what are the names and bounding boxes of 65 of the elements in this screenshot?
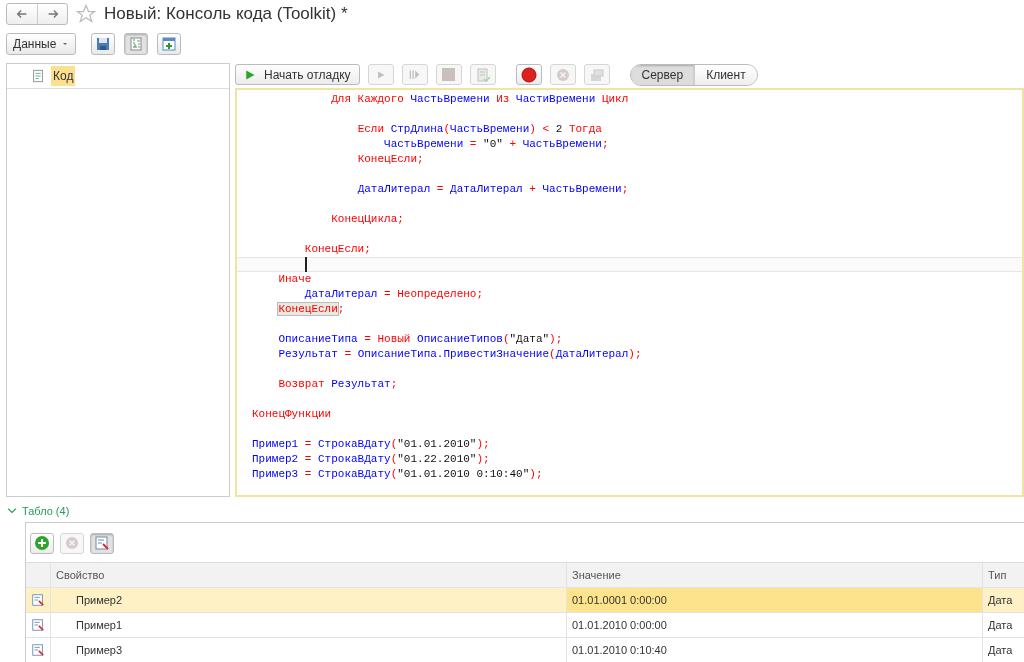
column-header[interactable]: Значение bbox=[567, 563, 983, 587]
back-arrow-icon bbox=[15, 7, 29, 21]
code-line: Пример2 = СтрокаВДату("01.22.2010"); bbox=[252, 452, 490, 467]
tree-list-icon bbox=[128, 35, 145, 52]
stop-icon bbox=[442, 68, 456, 81]
code-line: ДатаЛитерал = ДатаЛитерал + ЧастьВремени; bbox=[356, 182, 629, 197]
inspect-icon bbox=[31, 642, 45, 658]
breakpoint-icon bbox=[520, 66, 537, 83]
start-debug-button[interactable]: Начать отладку bbox=[235, 64, 360, 85]
add-window-icon bbox=[161, 35, 178, 52]
table-cell: Пример3 bbox=[51, 638, 567, 662]
table-row[interactable]: Пример2 01.01.0001 0:00:00 Дата bbox=[26, 588, 1024, 613]
mode-option[interactable]: Клиент bbox=[694, 64, 757, 85]
inspect-icon bbox=[31, 617, 45, 633]
table-cell: Пример1 bbox=[51, 613, 567, 637]
code-line: Результат = ОписаниеТипа.ПривестиЗначение(ДатаЛитерал); bbox=[277, 347, 642, 362]
text-cursor bbox=[305, 257, 307, 272]
tree-list-button[interactable] bbox=[124, 32, 149, 55]
add-icon bbox=[34, 535, 50, 551]
code-line: КонецФункции bbox=[252, 407, 332, 422]
code-line: КонецЕсли; bbox=[303, 242, 371, 257]
tree-item[interactable]: Код bbox=[51, 66, 76, 86]
code-line: Пример1 = СтрокаВДату("01.01.2010"); bbox=[252, 437, 490, 452]
column-header[interactable]: Свойство bbox=[51, 563, 567, 587]
document-check-icon bbox=[474, 66, 491, 83]
table-cell: 01.01.2010 0:10:40 bbox=[567, 638, 983, 662]
stack-icon bbox=[588, 66, 605, 83]
code-line: ОписаниеТипа = Новый ОписаниеТипов("Дата"); bbox=[277, 332, 563, 347]
code-line: Пример3 = СтрокаВДату("01.01.2010 0:10:40"); bbox=[252, 467, 543, 482]
code-line: КонецЕсли; bbox=[356, 152, 424, 167]
code-line: ЧастьВремени = "0" + ЧастьВремени; bbox=[383, 137, 609, 152]
table-cell: 01.01.2010 0:00:00 bbox=[567, 613, 983, 637]
play-icon bbox=[376, 70, 385, 79]
play-icon bbox=[244, 68, 256, 81]
code-line: КонецЦикла; bbox=[330, 212, 404, 227]
star-icon bbox=[76, 4, 96, 24]
table-row[interactable]: Пример1 01.01.2010 0:00:00 Дата bbox=[26, 613, 1024, 638]
mode-option[interactable]: Сервер bbox=[630, 64, 695, 85]
floppy-disk-button[interactable] bbox=[91, 32, 116, 55]
remove-icon bbox=[554, 66, 571, 83]
data-dropdown-button[interactable]: Данные bbox=[6, 32, 77, 55]
code-line: Для Каждого ЧастьВремени Из ЧастиВремени Цикл bbox=[330, 92, 629, 107]
code-line: КонецЕсли; bbox=[277, 302, 345, 317]
breakpoint-button[interactable] bbox=[515, 64, 542, 85]
table-cell: 01.01.0001 0:00:00 bbox=[567, 588, 983, 612]
code-line: Если СтрДлина(ЧастьВремени) < 2 Тогда bbox=[356, 122, 602, 137]
code-editor[interactable] bbox=[235, 88, 1024, 497]
code-line: ДатаЛитерал = Неопределено; bbox=[303, 287, 484, 302]
table-cell-text: Дата bbox=[987, 593, 1014, 608]
table-row[interactable]: Пример3 01.01.2010 0:10:40 Дата bbox=[26, 638, 1024, 662]
code-line: Возврат Результат; bbox=[277, 377, 398, 392]
step-icon bbox=[409, 69, 421, 80]
table-cell-text: Дата bbox=[987, 618, 1014, 633]
section-title: Табло (4) bbox=[22, 505, 70, 517]
remove-icon bbox=[64, 535, 80, 551]
document-icon bbox=[31, 69, 45, 83]
inspect-button[interactable] bbox=[90, 532, 114, 554]
add-button[interactable] bbox=[30, 532, 54, 554]
code-line: Иначе bbox=[277, 272, 312, 287]
column-header[interactable]: Тип bbox=[983, 563, 1024, 587]
window-title: Новый: Консоль кода (Toolkit) * bbox=[104, 4, 348, 24]
table-cell-text: Дата bbox=[987, 643, 1014, 658]
inspect-icon bbox=[31, 592, 45, 608]
inspect-icon bbox=[94, 535, 110, 551]
add-window-button[interactable] bbox=[157, 32, 182, 55]
